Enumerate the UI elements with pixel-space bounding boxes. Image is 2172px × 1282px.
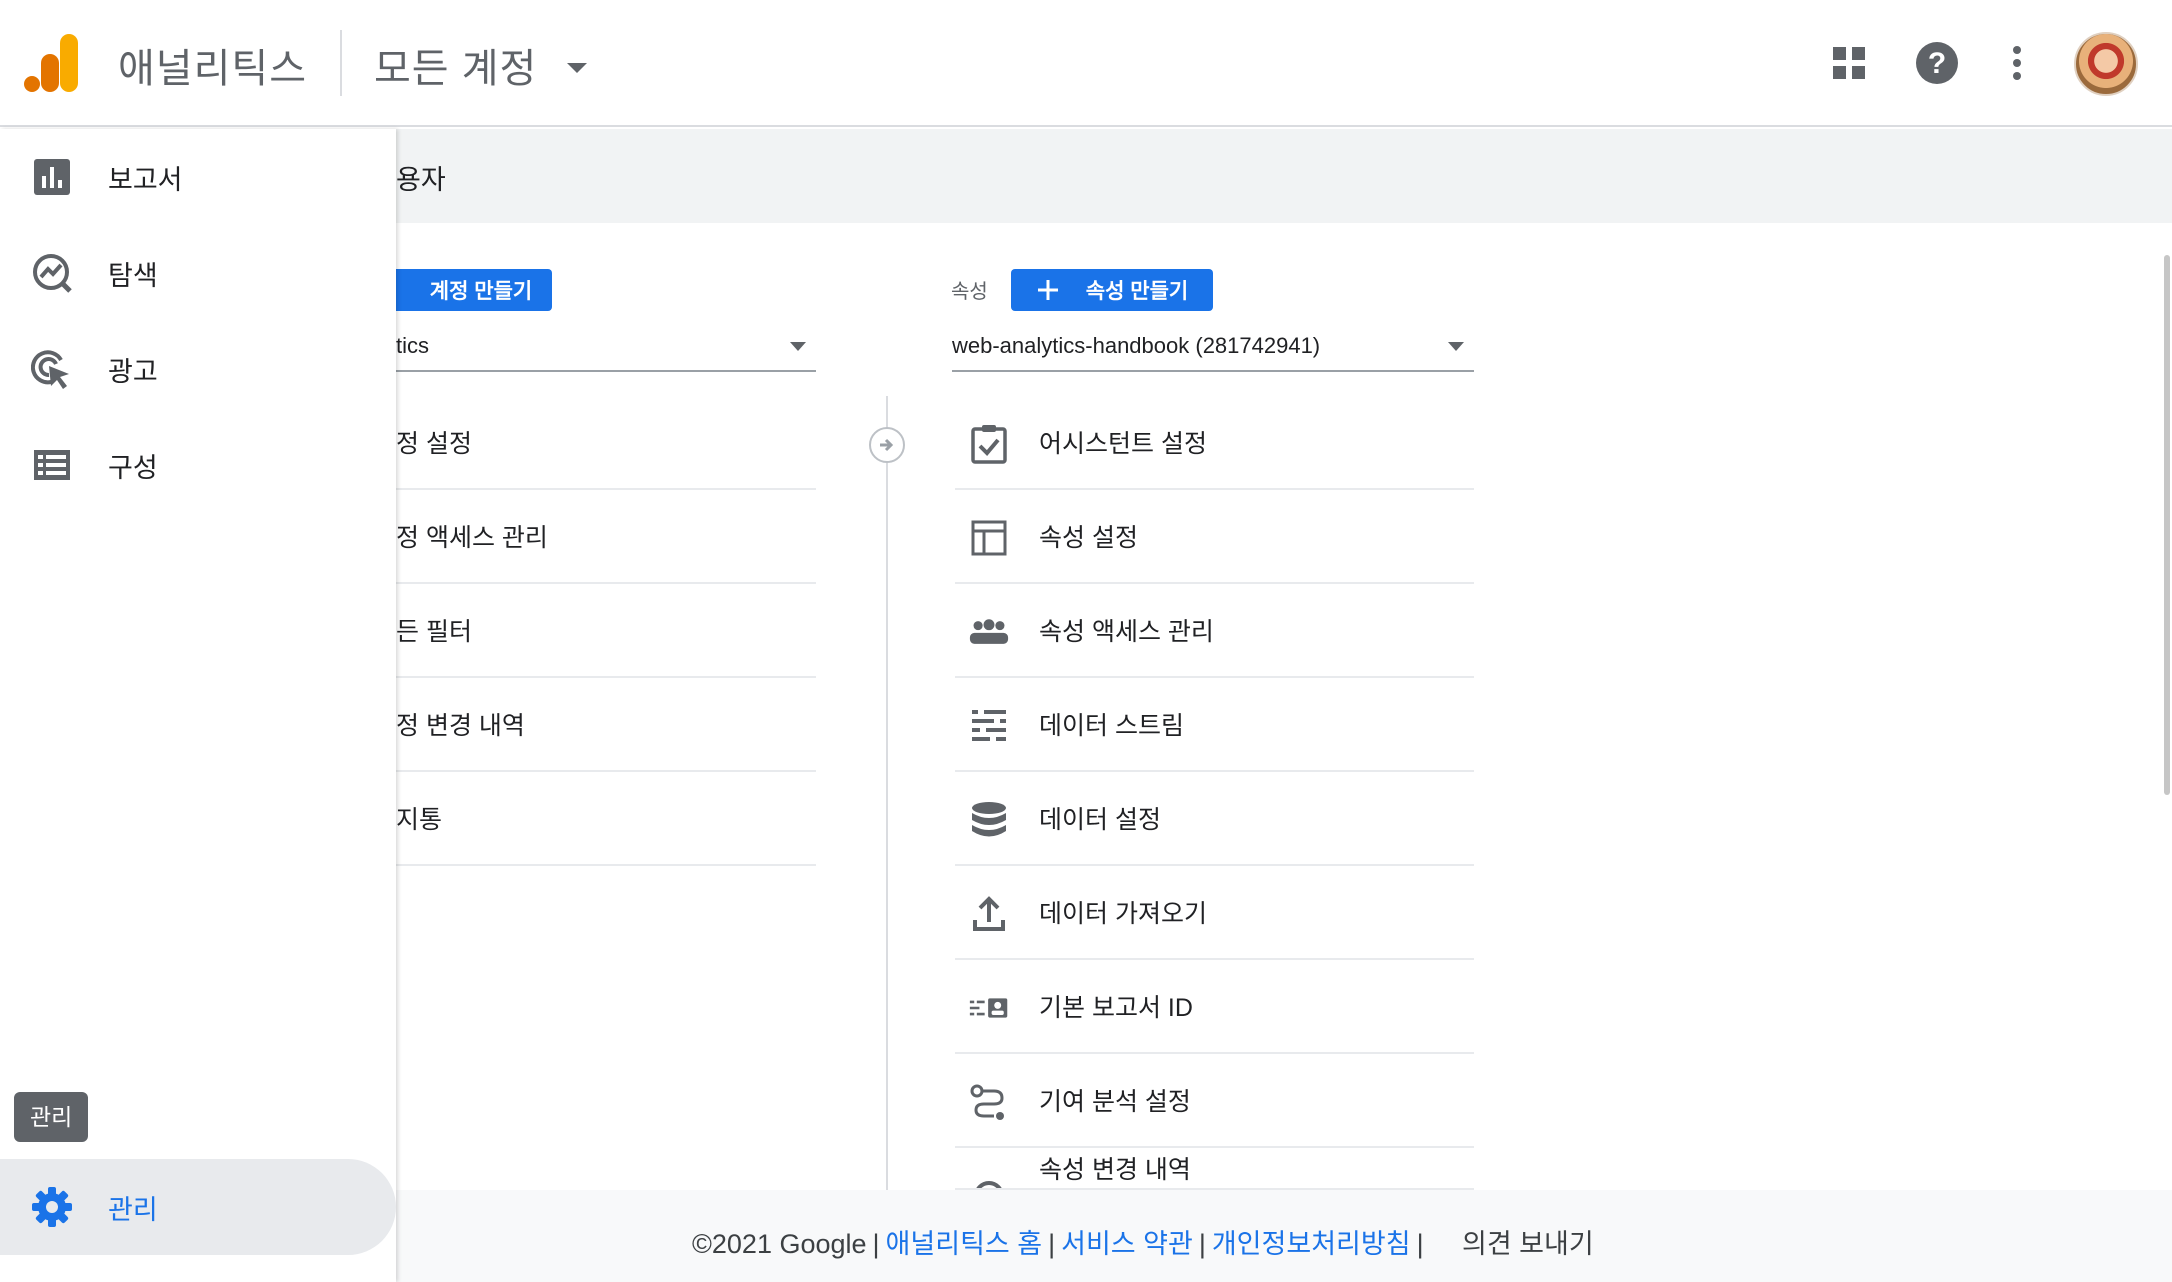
footer-link-privacy[interactable]: 개인정보처리방침: [1212, 1229, 1411, 1259]
property-menu-row-label: 어시스턴트 설정: [1039, 430, 1207, 458]
sidebar-item-configure[interactable]: 구성: [0, 417, 396, 513]
property-select-value: web-analytics-handbook (281742941): [952, 333, 1321, 358]
account-menu-row-label: 정 설정: [396, 430, 472, 458]
account-menu-row-label: 든 필터: [396, 618, 472, 646]
account-menu-row[interactable]: 지통: [396, 772, 816, 866]
database-icon: [969, 800, 1009, 840]
sidebar-item-explore[interactable]: 탐색: [0, 225, 396, 321]
list-icon: [30, 443, 74, 487]
property-menu-row[interactable]: 속성 설정: [955, 490, 1474, 584]
copyright: ©2021 Google: [692, 1229, 867, 1259]
account-menu-row[interactable]: 든 필터: [396, 584, 816, 678]
property-menu-row-label: 기본 보고서 ID: [1039, 994, 1193, 1022]
dropdown-caret-icon: [1448, 342, 1464, 351]
property-menu-row-label: 데이터 스트림: [1039, 712, 1184, 740]
reporting-id-icon: [969, 988, 1009, 1028]
property-menu-row[interactable]: 데이터 가져오기: [955, 866, 1474, 960]
footer-link-analytics-home[interactable]: 애널리틱스 홈: [886, 1229, 1043, 1259]
bar-chart-icon: [30, 155, 74, 199]
sidebar-item-label: 관리: [108, 1194, 158, 1225]
people-group-icon: [969, 612, 1009, 652]
footer-link-terms[interactable]: 서비스 약관: [1061, 1229, 1193, 1259]
property-menu-row-label: 속성 변경 내역: [1039, 1156, 1191, 1184]
upload-icon: [969, 894, 1009, 934]
analytics-logo[interactable]: [24, 34, 80, 92]
property-menu-row[interactable]: 데이터 스트림: [955, 678, 1474, 772]
property-menu-row[interactable]: 어시스턴트 설정: [955, 396, 1474, 490]
app-name: 애널리틱스: [118, 47, 307, 91]
svg-text:?: ?: [1928, 47, 1946, 80]
data-streams-icon: [969, 706, 1009, 746]
property-menu-row-label: 기여 분석 설정: [1039, 1088, 1191, 1116]
account-picker[interactable]: 모든 계정: [374, 36, 588, 94]
send-feedback-link[interactable]: 의견 보내기: [1462, 1222, 1594, 1261]
arrow-right-icon: [869, 427, 905, 463]
property-menu-row[interactable]: 데이터 설정: [955, 772, 1474, 866]
account-menu-row[interactable]: 정 액세스 관리: [396, 490, 816, 584]
account-menu-row-label: 정 액세스 관리: [396, 524, 548, 552]
create-property-button-label: 속성 만들기: [1085, 280, 1189, 303]
sidebar-item-label: 구성: [108, 452, 158, 483]
property-menu-row[interactable]: 기여 분석 설정: [955, 1054, 1474, 1148]
page-subheader: [396, 129, 2172, 223]
create-account-button[interactable]: 계정 만들기: [380, 269, 552, 311]
attribution-path-icon: [969, 1082, 1009, 1122]
property-select[interactable]: web-analytics-handbook (281742941): [952, 322, 1474, 372]
title-divider: [340, 30, 342, 96]
account-select-value: tics: [396, 333, 429, 358]
property-menu-row[interactable]: 기본 보고서 ID: [955, 960, 1474, 1054]
explore-icon: [30, 251, 74, 295]
history-icon: [969, 1176, 1009, 1188]
page-subheader-title: 용자: [396, 165, 446, 195]
top-app-bar: 애널리틱스 모든 계정 ?: [0, 0, 2172, 127]
sidebar-item-reports[interactable]: 보고서: [0, 129, 396, 225]
more-vert-icon[interactable]: [1992, 38, 2042, 88]
create-property-button[interactable]: 속성 만들기: [1011, 269, 1213, 311]
avatar[interactable]: [2074, 32, 2138, 96]
property-column-label: 속성: [951, 281, 988, 303]
property-menu-row[interactable]: 속성 액세스 관리: [955, 584, 1474, 678]
ads-cursor-icon: [30, 347, 74, 391]
footer-links: ©2021 Google | 애널리틱스 홈 | 서비스 약관 | 개인정보처리방침 |: [692, 1229, 1424, 1259]
sidebar-item-label: 광고: [108, 356, 158, 387]
property-layout-icon: [969, 518, 1009, 558]
help-icon[interactable]: ?: [1912, 38, 1962, 88]
property-menu-row-label: 속성 설정: [1039, 524, 1138, 552]
apps-grid-icon[interactable]: [1824, 38, 1874, 88]
dropdown-caret-icon: [567, 63, 588, 73]
create-account-button-label: 계정 만들기: [429, 280, 533, 303]
account-menu-row-label: 지통: [396, 806, 443, 834]
gear-icon: [30, 1185, 74, 1229]
account-picker-label: 모든 계정: [374, 47, 538, 91]
assistant-checklist-icon: [969, 424, 1009, 464]
account-menu-row[interactable]: 정 변경 내역: [396, 678, 816, 772]
scrollbar[interactable]: [2164, 255, 2170, 795]
property-menu-row-label: 데이터 설정: [1039, 806, 1161, 834]
property-menu-row-label: 데이터 가져오기: [1039, 900, 1207, 928]
property-menu-row[interactable]: 속성 변경 내역: [955, 1148, 1474, 1190]
column-divider: [886, 396, 888, 1190]
tooltip: 관리: [14, 1092, 89, 1142]
sidebar-item-label: 보고서: [108, 164, 183, 195]
account-menu-row[interactable]: 정 설정: [396, 396, 816, 490]
dropdown-caret-icon: [790, 342, 806, 351]
account-select[interactable]: tics: [396, 322, 816, 372]
account-menu-row-label: 정 변경 내역: [396, 712, 525, 740]
plus-icon: [1037, 280, 1058, 300]
sidebar-item-label: 탐색: [108, 260, 158, 291]
sidebar-item-ads[interactable]: 광고: [0, 321, 396, 417]
property-menu-row-label: 속성 액세스 관리: [1039, 618, 1214, 646]
sidebar-item-admin[interactable]: 관리: [0, 1159, 396, 1255]
